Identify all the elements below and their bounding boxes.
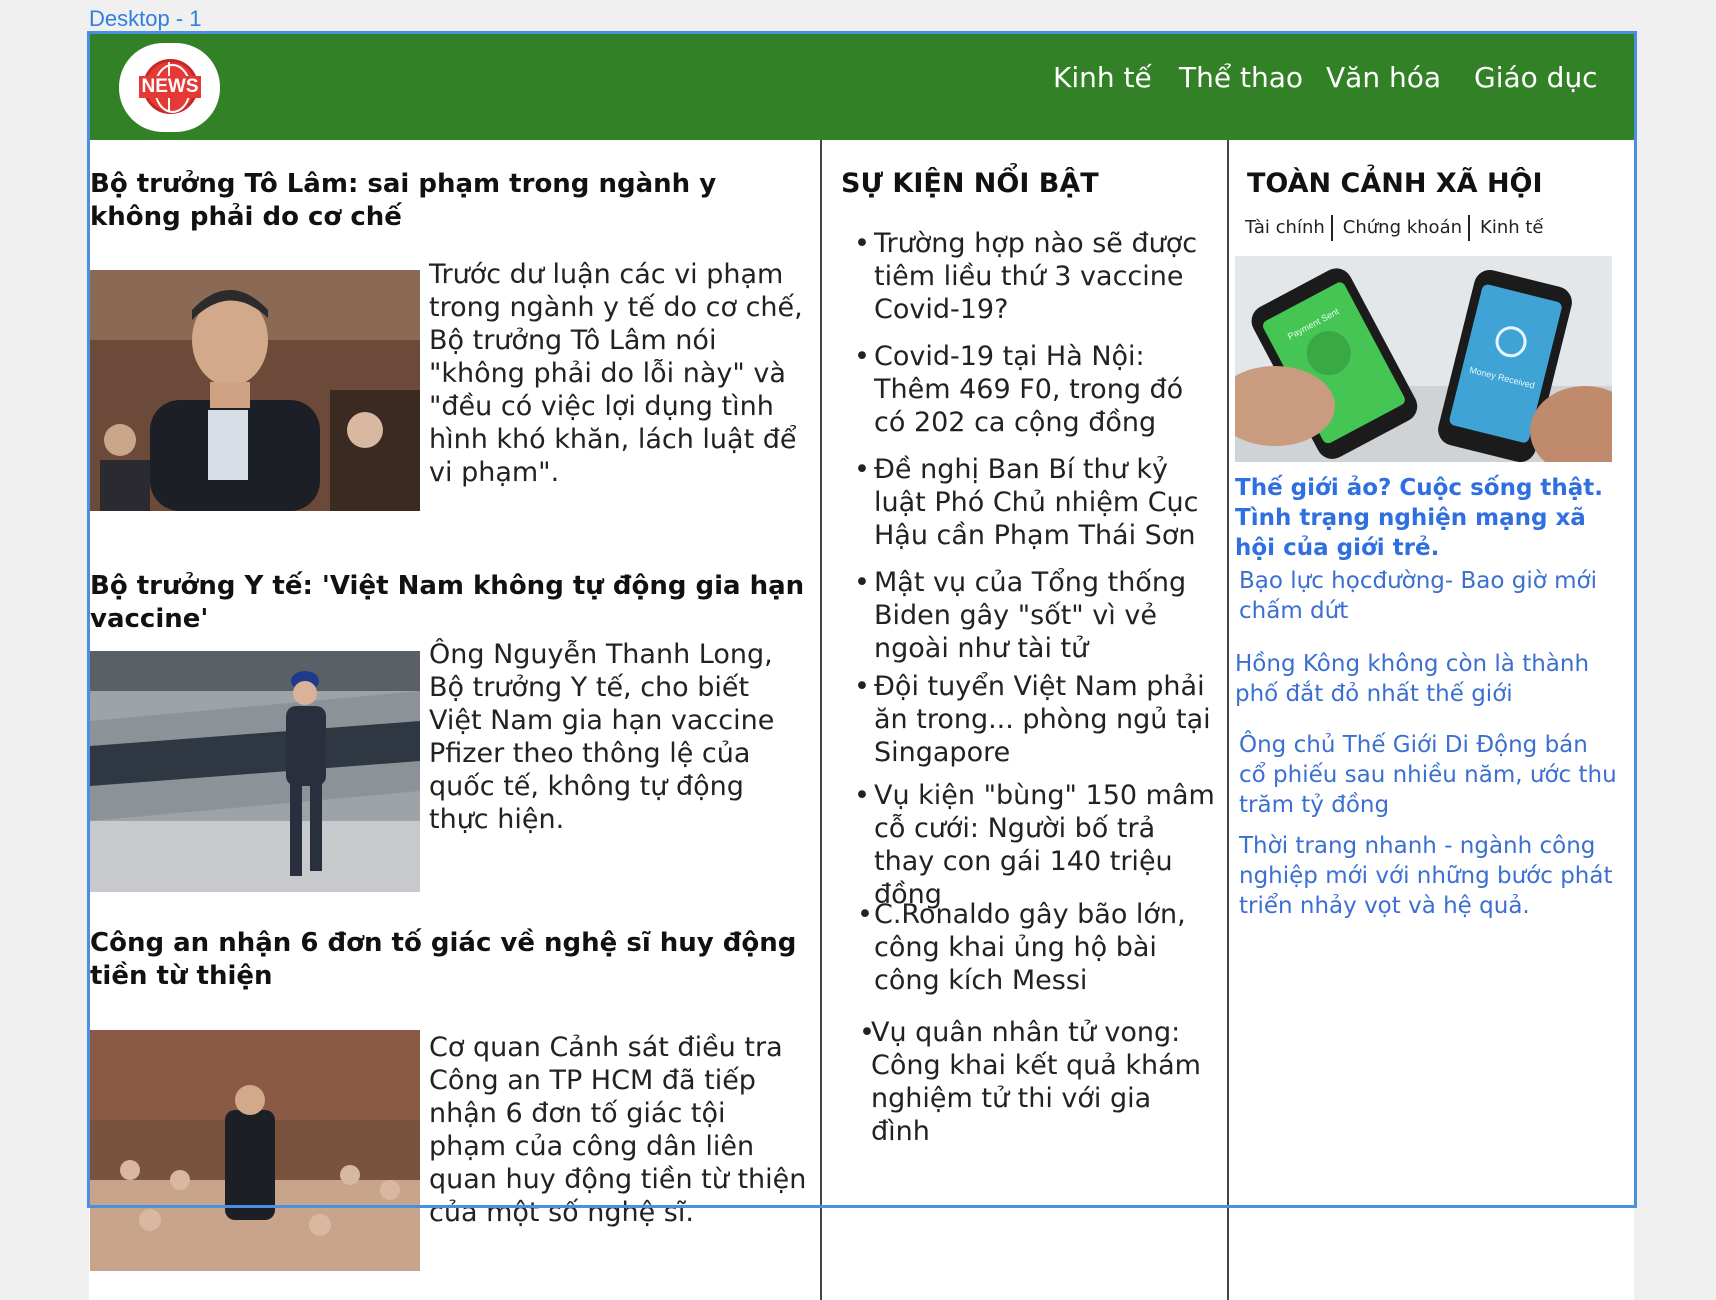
site-header: NEWS Kinh tế Thể thao Văn hóa Giáo dục	[89, 33, 1634, 140]
event-item[interactable]: • C.Ronaldo gây bão lớn, công khai ủng hộ…	[857, 898, 1217, 997]
society-link[interactable]: Bạo lực họcđường- Bao giờ mới chấm dứt	[1239, 566, 1619, 626]
nav-the-thao[interactable]: Thể thao	[1179, 61, 1303, 94]
train-station-photo	[90, 651, 420, 892]
bullet: •	[854, 454, 870, 485]
article-title[interactable]: Bộ trưởng Tô Lâm: sai phạm trong ngành y…	[90, 168, 810, 234]
tab-separator	[1468, 215, 1471, 241]
assembly-hall-photo	[90, 1030, 420, 1271]
tab-separator	[1330, 215, 1333, 241]
design-canvas: Desktop - 1 NEWS Kinh tế Thể thao Văn hó…	[0, 0, 1716, 1300]
article-title[interactable]: Bộ trưởng Y tế: 'Việt Nam không tự động …	[90, 570, 810, 636]
bullet: •	[854, 780, 870, 811]
bullet: •	[859, 1017, 875, 1048]
article-image[interactable]	[90, 270, 420, 511]
site-logo[interactable]: NEWS	[119, 43, 220, 132]
event-link[interactable]: C.Ronaldo gây bão lớn, công khai ủng hộ …	[857, 898, 1217, 997]
society-link[interactable]: Thời trang nhanh - ngành công nghiệp mới…	[1239, 831, 1619, 921]
article-summary: Cơ quan Cảnh sát điều tra Công an TP HCM…	[429, 1032, 807, 1228]
tab-kinh-te[interactable]: Kinh tế	[1480, 217, 1543, 238]
event-item[interactable]: • Vụ quân nhân tử vong: Công khai kết quả…	[859, 1016, 1214, 1148]
event-link[interactable]: Mật vụ của Tổng thống Biden gây "sốt" vì…	[854, 566, 1219, 665]
society-tabs: Tài chính Chứng khoán Kinh tế	[1245, 215, 1544, 241]
mobile-payment-photo: Payment Sent Money Received	[1235, 256, 1612, 462]
event-item[interactable]: • Vụ kiện "bùng" 150 mâm cỗ cưới: Người b…	[854, 779, 1219, 911]
news-page: NEWS Kinh tế Thể thao Văn hóa Giáo dục B…	[89, 33, 1634, 1300]
article-image[interactable]	[90, 651, 420, 892]
frame-label[interactable]: Desktop - 1	[89, 6, 202, 32]
column-divider	[1227, 140, 1229, 1300]
event-item[interactable]: • Đề nghị Ban Bí thư kỷ luật Phó Chủ nhiệ…	[854, 453, 1219, 552]
nav-kinh-te[interactable]: Kinh tế	[1053, 61, 1152, 94]
bullet: •	[854, 567, 870, 598]
tab-tai-chinh[interactable]: Tài chính	[1245, 217, 1325, 238]
featured-title[interactable]: Thế giới ảo? Cuộc sống thật. Tình trạng …	[1235, 473, 1615, 563]
event-link[interactable]: Vụ kiện "bùng" 150 mâm cỗ cưới: Người bố…	[854, 779, 1219, 911]
tab-chung-khoan[interactable]: Chứng khoán	[1343, 217, 1462, 238]
society-section-title: TOÀN CẢNH XÃ HỘI	[1247, 168, 1543, 199]
event-link[interactable]: Đề nghị Ban Bí thư kỷ luật Phó Chủ nhiệm…	[854, 453, 1219, 552]
article-summary: Trước dư luận các vi phạm trong ngành y …	[429, 259, 803, 488]
article-title[interactable]: Công an nhận 6 đơn tố giác về nghệ sĩ hu…	[90, 927, 810, 993]
society-link[interactable]: Hồng Kông không còn là thành phố đắt đỏ …	[1235, 649, 1615, 709]
article-image[interactable]	[90, 1030, 420, 1271]
society-link[interactable]: Ông chủ Thế Giới Di Động bán cổ phiếu sa…	[1239, 730, 1619, 820]
bullet: •	[854, 228, 870, 259]
bullet: •	[854, 671, 870, 702]
nav-van-hoa[interactable]: Văn hóa	[1326, 61, 1441, 94]
event-item[interactable]: • Đội tuyển Việt Nam phải ăn trong... phò…	[854, 670, 1219, 769]
event-link[interactable]: Đội tuyển Việt Nam phải ăn trong... phòn…	[854, 670, 1219, 769]
events-section-title: SỰ KIỆN NỔI BẬT	[841, 168, 1099, 199]
event-link[interactable]: Trường hợp nào sẽ được tiêm liều thứ 3 v…	[854, 227, 1219, 326]
event-link[interactable]: Covid-19 tại Hà Nội: Thêm 469 F0, trong …	[854, 340, 1219, 439]
logo-text: NEWS	[139, 76, 201, 98]
event-item[interactable]: • Covid-19 tại Hà Nội: Thêm 469 F0, trong…	[854, 340, 1219, 439]
featured-image[interactable]: Payment Sent Money Received	[1235, 256, 1612, 462]
event-link[interactable]: Vụ quân nhân tử vong: Công khai kết quả …	[859, 1016, 1214, 1148]
bullet: •	[857, 899, 873, 930]
column-divider	[820, 140, 822, 1300]
event-item[interactable]: • Mật vụ của Tổng thống Biden gây "sốt" v…	[854, 566, 1219, 665]
bullet: •	[854, 341, 870, 372]
nav-giao-duc[interactable]: Giáo dục	[1474, 61, 1598, 94]
event-item[interactable]: • Trường hợp nào sẽ được tiêm liều thứ 3 …	[854, 227, 1219, 326]
minister-speaking-photo	[90, 270, 420, 511]
article-summary: Ông Nguyễn Thanh Long, Bộ trưởng Y tế, c…	[429, 639, 775, 835]
